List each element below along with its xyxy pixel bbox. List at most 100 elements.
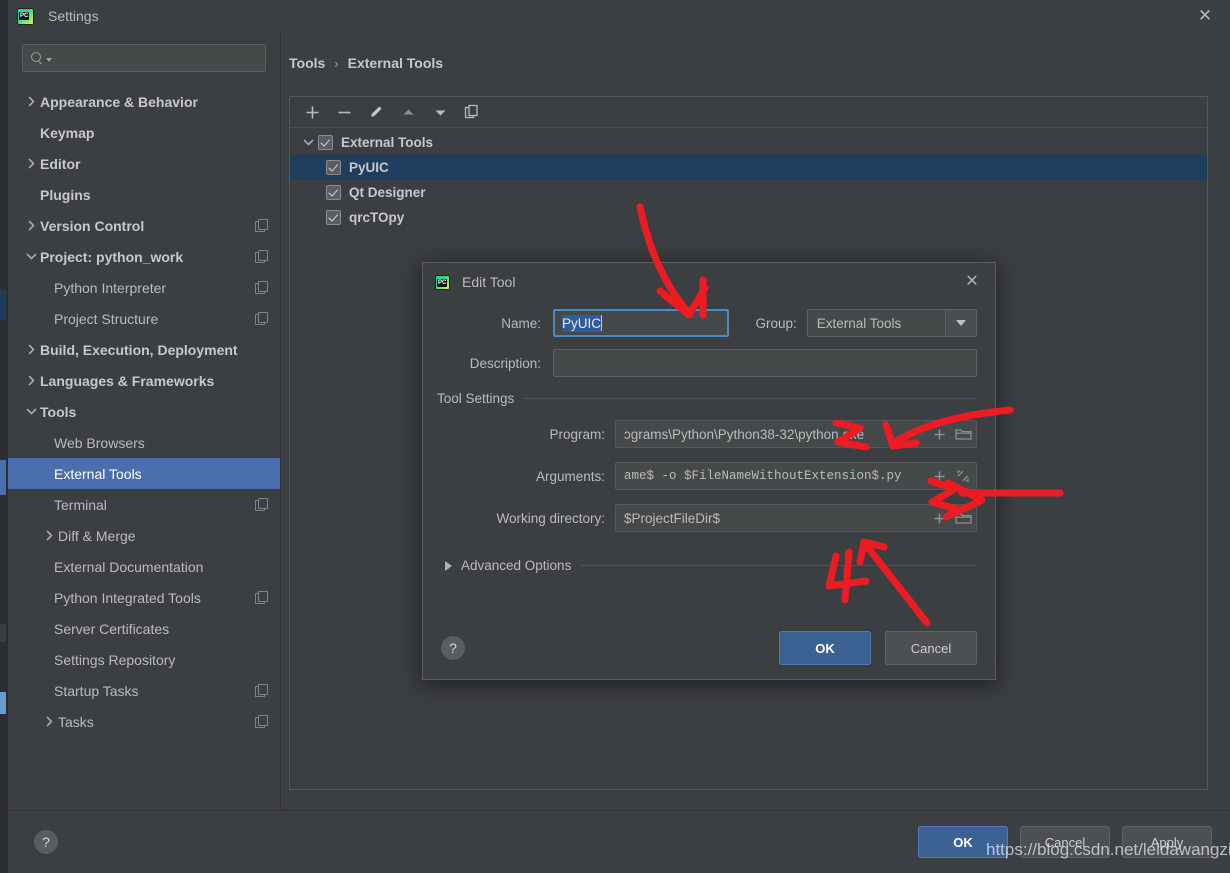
chevron-down-icon[interactable]: [298, 137, 318, 148]
name-input[interactable]: PyUIC: [553, 309, 730, 337]
dialog-cancel-button[interactable]: Cancel: [885, 631, 977, 665]
chevron-down-icon[interactable]: [22, 406, 40, 417]
dialog-footer: ? OK Cancel: [423, 617, 995, 679]
sidebar-item-python-integrated-tools[interactable]: Python Integrated Tools: [8, 582, 280, 613]
sidebar-item-build-execution-deployment[interactable]: Build, Execution, Deployment: [8, 334, 280, 365]
program-input[interactable]: ɔgrams\Python\Python38-32\python.exe: [615, 420, 977, 448]
pycharm-logo-icon: [17, 7, 34, 25]
sidebar-item-external-documentation[interactable]: External Documentation: [8, 551, 280, 582]
arguments-label: Arguments:: [535, 468, 605, 484]
sidebar-item-terminal[interactable]: Terminal: [8, 489, 280, 520]
sidebar-item-server-certificates[interactable]: Server Certificates: [8, 613, 280, 644]
search-input[interactable]: [56, 50, 257, 66]
background-artifact: [0, 290, 6, 320]
chevron-right-icon[interactable]: [22, 344, 40, 355]
sidebar-item-version-control[interactable]: Version Control: [8, 210, 280, 241]
search-box[interactable]: [22, 44, 266, 72]
arrow-up-icon[interactable]: [392, 99, 424, 125]
chevron-right-icon[interactable]: [22, 158, 40, 169]
chevron-right-icon[interactable]: [40, 530, 58, 541]
folder-icon[interactable]: [950, 507, 976, 529]
sidebar-item-label: Editor: [40, 155, 81, 172]
copy-icon[interactable]: [456, 99, 488, 125]
tools-tree-root-label: External Tools: [341, 135, 434, 150]
advanced-options-toggle[interactable]: Advanced Options: [437, 558, 977, 573]
background-artifact: [0, 692, 6, 714]
program-label: Program:: [549, 426, 605, 442]
arrow-down-icon[interactable]: [424, 99, 456, 125]
sidebar-item-tools[interactable]: Tools: [8, 396, 280, 427]
expand-icon[interactable]: [950, 465, 976, 487]
search-container: [8, 32, 280, 82]
help-icon[interactable]: ?: [34, 830, 58, 854]
chevron-down-icon[interactable]: [945, 310, 976, 336]
screen-root: Settings ✕ Appearance & Behavior Keymap Ed…: [0, 0, 1230, 873]
description-label: Description:: [469, 355, 541, 371]
sidebar-item-project-structure[interactable]: Project Structure: [8, 303, 280, 334]
chevron-down-icon[interactable]: [46, 58, 52, 62]
tool-list-item[interactable]: PyUIC: [290, 155, 1207, 180]
sidebar-item-plugins[interactable]: Plugins: [8, 179, 280, 210]
add-icon[interactable]: [296, 99, 328, 125]
group-label: Group:: [755, 315, 797, 331]
close-icon[interactable]: ✕: [1196, 7, 1214, 25]
chevron-down-icon[interactable]: [22, 251, 40, 262]
background-artifact: [0, 624, 6, 642]
sidebar-item-diff-merge[interactable]: Diff & Merge: [8, 520, 280, 551]
folder-icon[interactable]: [950, 423, 976, 445]
program-row: Program: ɔgrams\Python\Python38-32\pytho…: [437, 420, 977, 448]
chevron-right-icon[interactable]: [22, 375, 40, 386]
sidebar-item-project-python-work[interactable]: Project: python_work: [8, 241, 280, 272]
name-label: Name:: [501, 315, 541, 331]
sidebar-item-editor[interactable]: Editor: [8, 148, 280, 179]
sidebar-item-web-browsers[interactable]: Web Browsers: [8, 427, 280, 458]
checkbox[interactable]: [326, 160, 341, 175]
sidebar-item-appearance-behavior[interactable]: Appearance & Behavior: [8, 86, 280, 117]
plus-icon[interactable]: [928, 423, 950, 445]
tool-list-item-label: qrcTOpy: [349, 210, 405, 225]
sidebar-item-startup-tasks[interactable]: Startup Tasks: [8, 675, 280, 706]
tool-list-item[interactable]: Qt Designer: [290, 180, 1207, 205]
chevron-right-icon[interactable]: [40, 716, 58, 727]
sidebar-item-label: Web Browsers: [54, 434, 145, 451]
pencil-icon[interactable]: [360, 99, 392, 125]
sidebar-item-python-interpreter[interactable]: Python Interpreter: [8, 272, 280, 303]
chevron-right-icon[interactable]: [22, 220, 40, 231]
working-directory-input[interactable]: $ProjectFileDir$: [615, 504, 977, 532]
sidebar-item-label: Python Interpreter: [54, 279, 167, 296]
checkbox[interactable]: [326, 210, 341, 225]
sidebar-item-label: Project Structure: [54, 310, 159, 327]
sidebar-item-label: External Documentation: [54, 558, 204, 575]
tools-tree-root[interactable]: External Tools: [290, 130, 1207, 155]
sidebar-item-label: Tools: [40, 403, 77, 420]
checkbox[interactable]: [326, 185, 341, 200]
description-input[interactable]: [553, 349, 977, 377]
checkbox[interactable]: [318, 135, 333, 150]
sidebar-item-settings-repository[interactable]: Settings Repository: [8, 644, 280, 675]
program-input-value: ɔgrams\Python\Python38-32\python.exe: [624, 426, 865, 442]
sidebar-item-languages-frameworks[interactable]: Languages & Frameworks: [8, 365, 280, 396]
sidebar-item-tasks[interactable]: Tasks: [8, 706, 280, 737]
name-input-value: PyUIC: [562, 314, 602, 332]
sidebar-item-keymap[interactable]: Keymap: [8, 117, 280, 148]
watermark: https://blog.csdn.net/leidawangzi: [986, 840, 1230, 859]
chevron-right-icon[interactable]: [22, 96, 40, 107]
divider: [581, 565, 977, 566]
working-directory-label: Working directory:: [496, 510, 605, 526]
help-icon[interactable]: ?: [441, 636, 465, 660]
tool-list-item[interactable]: qrcTOpy: [290, 205, 1207, 230]
sidebar-item-external-tools[interactable]: External Tools: [8, 458, 280, 489]
tool-settings-label: Tool Settings: [437, 391, 515, 406]
remove-icon[interactable]: [328, 99, 360, 125]
dialog-titlebar: Edit Tool ✕: [423, 263, 995, 301]
arguments-input[interactable]: ame$ -o $FileNameWithoutExtension$.py: [615, 462, 977, 490]
dialog-ok-button[interactable]: OK: [779, 631, 871, 665]
dialog-close-icon[interactable]: ✕: [963, 272, 981, 290]
window-titlebar: Settings ✕: [8, 0, 1230, 32]
pycharm-logo-icon: [435, 274, 450, 290]
plus-icon[interactable]: [928, 465, 950, 487]
breadcrumb-separator-icon: ›: [334, 55, 339, 71]
breadcrumb-parent[interactable]: Tools: [289, 55, 325, 71]
plus-icon[interactable]: [928, 507, 950, 529]
group-select[interactable]: External Tools: [806, 309, 977, 337]
